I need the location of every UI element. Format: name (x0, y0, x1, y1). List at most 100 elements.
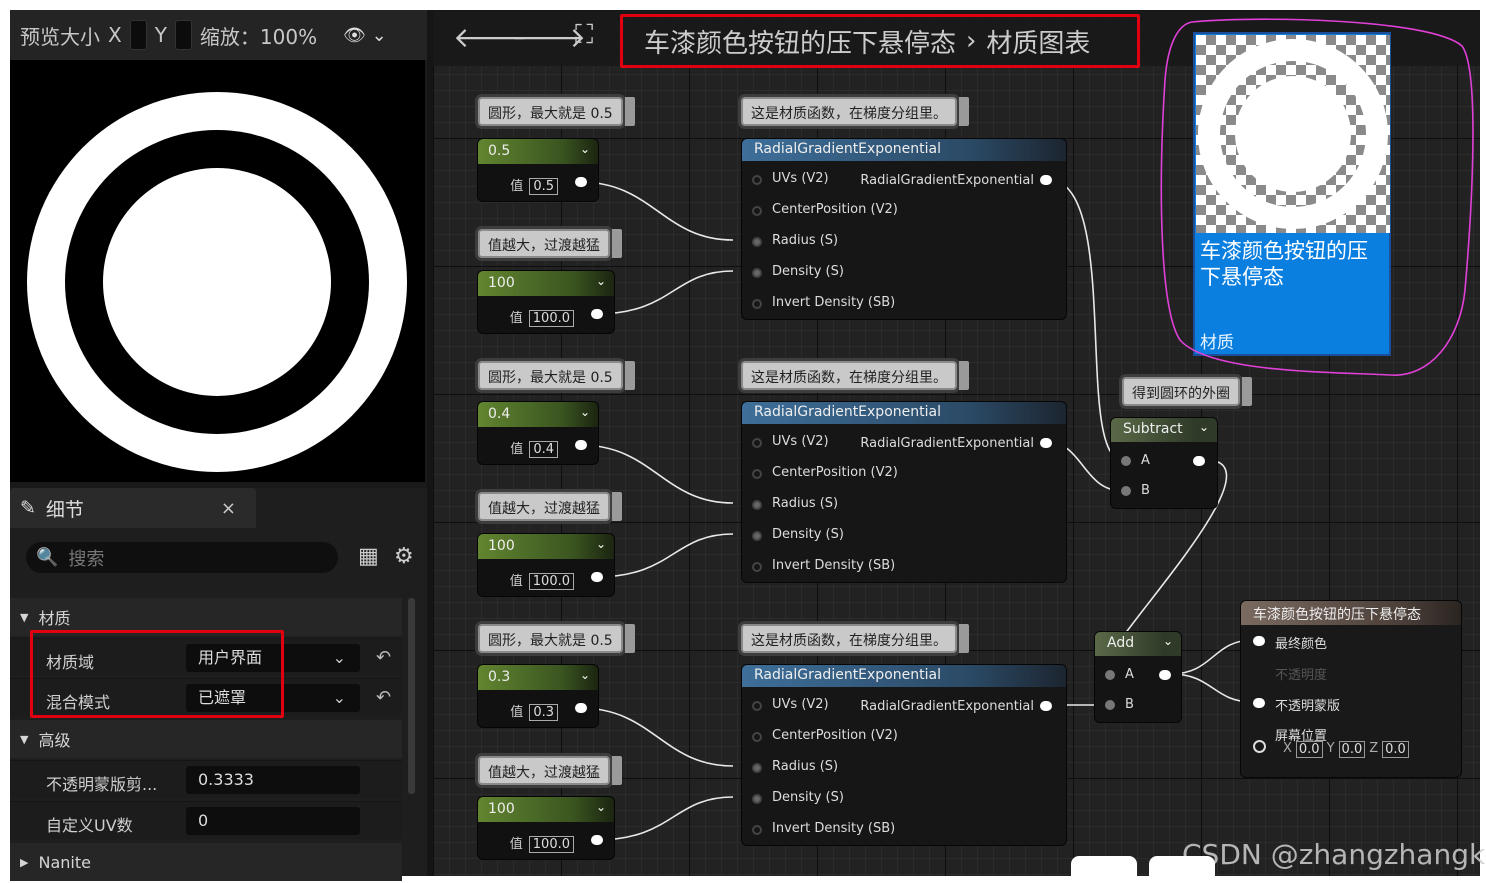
output-pin[interactable] (591, 835, 603, 845)
chevron-down-icon[interactable]: ⌄ (1163, 634, 1173, 648)
comment-bubble[interactable]: 这是材质函数，在梯度分组里。 (741, 624, 969, 653)
input-pin[interactable] (1105, 700, 1115, 710)
input-pin[interactable] (752, 732, 762, 742)
preview-x-field[interactable] (129, 20, 147, 50)
comment-bubble[interactable]: 这是材质函数，在梯度分组里。 (741, 97, 969, 126)
input-pin[interactable] (752, 237, 762, 247)
node-title: 0.5 (488, 143, 511, 159)
value-field[interactable]: 0.4 (529, 441, 558, 458)
custom-uv-field[interactable]: 0 (186, 807, 360, 835)
details-search-input[interactable]: 🔍 搜索 (26, 542, 338, 573)
output-pin[interactable] (591, 309, 603, 319)
input-pin[interactable] (1253, 698, 1265, 708)
pin-label: CenterPosition (V2) (772, 728, 898, 743)
input-pin[interactable] (1121, 486, 1131, 496)
output-pin[interactable] (575, 177, 587, 187)
close-icon[interactable]: × (221, 498, 236, 519)
value-field[interactable]: 100.0 (528, 310, 574, 327)
preview-y-field[interactable] (174, 20, 192, 50)
output-pin[interactable] (1040, 701, 1052, 711)
input-pin[interactable] (752, 794, 762, 804)
comment-bubble[interactable]: 这是材质函数，在梯度分组里。 (741, 361, 969, 390)
chevron-down-icon[interactable]: ⌄ (596, 274, 606, 288)
comment-bubble[interactable]: 圆形，最大就是 0.5 (478, 97, 635, 126)
category-nanite[interactable]: ▶ Nanite (10, 843, 402, 881)
taskbar-button[interactable] (1071, 856, 1137, 883)
input-pin[interactable] (752, 438, 762, 448)
input-pin[interactable] (752, 500, 762, 510)
material-result-node[interactable]: 车漆颜色按钮的压下悬停态 最终颜色 不透明度 不透明蒙版 屏幕位置 X 0.0 Y… (1241, 601, 1461, 777)
chevron-down-icon[interactable]: ⌄ (596, 800, 606, 814)
comment-bubble[interactable]: 值越大，过渡越猛 (478, 229, 622, 258)
radial-gradient-node[interactable]: RadialGradientExponential UVs (V2) Cente… (742, 665, 1066, 845)
output-pin[interactable] (1159, 670, 1171, 680)
input-pin[interactable] (752, 763, 762, 773)
details-tab-title: 细节 (45, 498, 84, 521)
node-header: 0.3 ⌄ (478, 665, 598, 690)
output-pin[interactable] (591, 572, 603, 582)
input-pin[interactable] (752, 268, 762, 278)
table-view-icon[interactable]: ▦ (358, 544, 379, 569)
subtract-node[interactable]: Subtract ⌄ A B (1111, 418, 1217, 508)
preview-viewport[interactable] (10, 60, 425, 482)
details-tab[interactable]: ✎ 细节 × (10, 488, 256, 528)
comment-bubble[interactable]: 值越大，过渡越猛 (478, 756, 622, 785)
add-node[interactable]: Add ⌄ A B (1095, 632, 1181, 722)
value-label: 值 (510, 442, 524, 457)
constant-node[interactable]: 100 ⌄ 值 100.0 (478, 271, 614, 333)
chevron-down-icon[interactable]: ⌄ (580, 142, 590, 156)
chevron-down-icon[interactable]: ⌄ (580, 405, 590, 419)
input-pin[interactable] (1121, 456, 1131, 466)
value-field[interactable]: 100.0 (528, 836, 574, 853)
radial-gradient-node[interactable]: RadialGradientExponential UVs (V2) Cente… (742, 139, 1066, 319)
gear-icon[interactable]: ⚙ (394, 544, 414, 569)
z-field[interactable]: 0.0 (1382, 741, 1409, 758)
input-pin[interactable] (1105, 670, 1115, 680)
comment-bubble[interactable]: 得到圆环的外圈 (1122, 377, 1252, 406)
constant-node[interactable]: 0.3 ⌄ 值 0.3 (478, 665, 598, 727)
constant-node[interactable]: 100 ⌄ 值 100.0 (478, 534, 614, 596)
output-pin[interactable] (1193, 456, 1205, 466)
input-pin[interactable] (752, 299, 762, 309)
y-field[interactable]: 0.0 (1338, 741, 1366, 758)
chevron-down-icon[interactable]: ⌄ (1199, 420, 1209, 434)
input-pin[interactable] (752, 469, 762, 479)
value-field[interactable]: 100.0 (528, 573, 574, 590)
x-field[interactable]: 0.0 (1295, 741, 1323, 758)
radial-gradient-node[interactable]: RadialGradientExponential UVs (V2) Cente… (742, 402, 1066, 582)
constant-node[interactable]: 100 ⌄ 值 100.0 (478, 797, 614, 859)
value-field[interactable]: 0.3 (529, 704, 558, 721)
input-pin[interactable] (1253, 740, 1266, 753)
x-label: X (1283, 741, 1292, 756)
pin-label: CenterPosition (V2) (772, 202, 898, 217)
input-pin[interactable] (752, 206, 762, 216)
input-pin[interactable] (1253, 636, 1265, 646)
comment-bubble[interactable]: 圆形，最大就是 0.5 (478, 361, 635, 390)
output-pin[interactable] (575, 440, 587, 450)
input-pin[interactable] (752, 701, 762, 711)
output-pin[interactable] (1040, 175, 1052, 185)
screen-pos-fields: X 0.0 Y 0.0 Z 0.0 (1283, 741, 1409, 758)
category-advanced[interactable]: ▼ 高级 (10, 720, 402, 758)
input-pin[interactable] (752, 562, 762, 572)
comment-bubble[interactable]: 圆形，最大就是 0.5 (478, 624, 635, 653)
input-pin[interactable] (752, 825, 762, 835)
output-pin[interactable] (1040, 438, 1052, 448)
taskbar-button[interactable] (1149, 856, 1215, 883)
chevron-down-icon[interactable]: ⌄ (580, 668, 590, 682)
value-field[interactable]: 0.5 (529, 178, 558, 195)
constant-node[interactable]: 0.4 ⌄ 值 0.4 (478, 402, 598, 464)
input-pin[interactable] (752, 531, 762, 541)
asset-thumbnail-tile[interactable]: 车漆颜色按钮的压下悬停态 材质 (1193, 32, 1391, 356)
opacity-clip-field[interactable]: 0.3333 (186, 766, 360, 794)
chevron-down-icon[interactable]: ⌄ (596, 537, 606, 551)
output-pin[interactable] (575, 703, 587, 713)
reset-icon[interactable]: ↶ (376, 687, 391, 708)
constant-node[interactable]: 0.5 ⌄ 值 0.5 (478, 139, 598, 201)
eye-icon[interactable]: 👁 ⌄ (343, 25, 387, 46)
details-scrollbar[interactable] (408, 598, 415, 794)
reset-icon[interactable]: ↶ (376, 647, 391, 668)
comment-bubble[interactable]: 值越大，过渡越猛 (478, 492, 622, 521)
property-row: 自定义UV数 0 (10, 801, 402, 839)
input-pin[interactable] (752, 175, 762, 185)
